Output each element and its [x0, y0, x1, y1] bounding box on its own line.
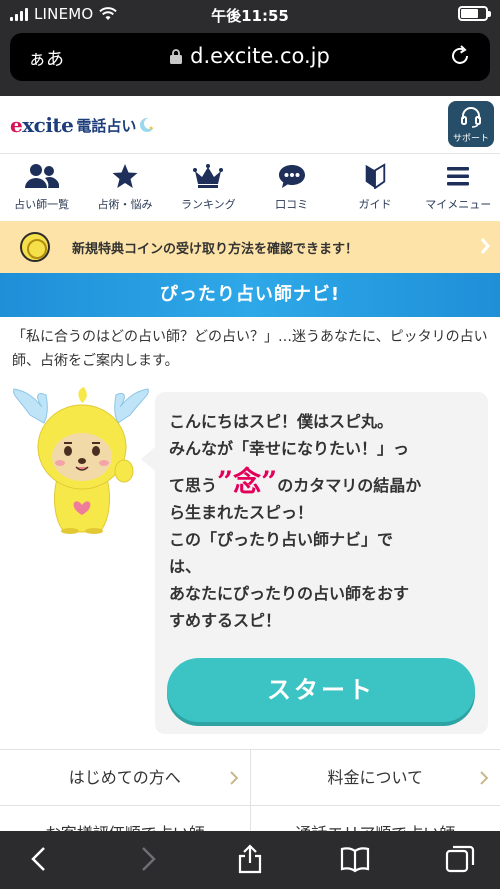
bubble-line: この「ぴったり占い師ナビ」で — [169, 530, 394, 549]
nav-item-divination[interactable]: 占術・悩み — [83, 155, 166, 221]
bubble-line: こんにちはスピ！僕はスピ丸。 — [169, 412, 394, 431]
bookmarks-icon[interactable] — [340, 844, 370, 874]
nav-label: 占術・悩み — [97, 198, 153, 211]
nav-item-my-menu[interactable]: マイメニュー — [417, 155, 500, 221]
site-header: eexcitexcite 電話占い サポート — [0, 96, 500, 154]
nav-item-reviews[interactable]: 口コミ — [250, 155, 333, 221]
url-domain: d.excite.co.jp — [190, 44, 330, 68]
chevron-right-icon — [480, 771, 488, 785]
guide-icon — [365, 163, 386, 189]
nen-emphasis: ”念” — [217, 465, 278, 498]
mascot-character — [13, 387, 149, 534]
forward-icon[interactable] — [132, 844, 162, 874]
coin-notice-banner[interactable]: 新規特典コインの受け取り方法を確認できます！ — [0, 221, 500, 273]
star-icon — [112, 164, 138, 188]
logo-service: 電話占い — [76, 116, 137, 135]
link-row: はじめての方へ 料金について — [0, 750, 500, 806]
notice-text: 新規特典コインの受け取り方法を確認できます！ — [72, 242, 359, 257]
coin-icon — [20, 232, 50, 262]
users-icon — [24, 164, 59, 188]
bubble-text: こんにちはスピ！僕はスピ丸。 みんなが「幸せになりたい！」っ て思う”念”のカタ… — [169, 408, 474, 634]
intro-text: 「私に合うのはどの占い師？どの占い？」…迷うあなたに、ピッタリの占い師、占術をご… — [12, 329, 488, 369]
moon-icon — [140, 118, 156, 132]
nav-label: マイメニュー — [425, 198, 492, 211]
status-bar: LINEMO 午後11:55 — [0, 0, 500, 28]
bubble-line: みんなが「幸せになりたい！」っ — [169, 439, 410, 458]
lock-icon — [170, 49, 183, 64]
address-bar[interactable]: ぁあ d.excite.co.jp — [10, 33, 490, 81]
bubble-line: ら生まれたスピっ！ — [169, 503, 314, 522]
link-beginners[interactable]: はじめての方へ — [0, 750, 250, 805]
nav-label: 占い師一覧 — [14, 198, 70, 211]
crown-icon — [193, 164, 224, 188]
mascot-speech-bubble: こんにちはスピ！僕はスピ丸。 みんなが「幸せになりたい！」っ て思う”念”のカタ… — [141, 392, 488, 734]
bubble-line: すめするスピ！ — [169, 611, 282, 630]
nav-item-ranking[interactable]: ランキング — [167, 155, 250, 221]
nav-item-guide[interactable]: ガイド — [333, 155, 416, 221]
url-display[interactable]: d.excite.co.jp — [10, 44, 490, 68]
page-title: ぴったり占い師ナビ! — [0, 273, 500, 317]
share-icon[interactable] — [235, 844, 265, 874]
link-pricing[interactable]: 料金について — [249, 750, 500, 805]
back-icon[interactable] — [25, 844, 55, 874]
reload-icon[interactable] — [448, 44, 472, 68]
browser-toolbar — [0, 831, 500, 889]
chat-icon — [278, 165, 305, 188]
browser-chrome: LINEMO 午後11:55 ぁあ d.excite.co.jp — [0, 0, 500, 96]
battery-icon — [458, 6, 491, 21]
nav-label: ガイド — [358, 198, 392, 211]
main-nav: 占い師一覧 占術・悩み ランキング 口コミ ガイド マイメニュー — [0, 155, 500, 221]
clock: 午後11:55 — [211, 7, 289, 25]
support-label: サポート — [452, 134, 489, 144]
bubble-line: は、 — [169, 557, 202, 576]
chevron-right-icon — [229, 771, 238, 785]
nav-item-fortune-tellers[interactable]: 占い師一覧 — [0, 155, 83, 221]
bubble-line: あなたにぴったりの占い師をおす — [169, 584, 410, 603]
nav-label: ランキング — [180, 198, 236, 211]
bubble-line: て思う”念”のカタマリの結晶か — [169, 465, 422, 498]
nav-label: 口コミ — [275, 198, 309, 211]
link-label: 料金について — [327, 768, 424, 787]
chevron-right-icon — [480, 238, 490, 254]
logo-brand: eexcitexcite — [10, 113, 74, 137]
menu-icon — [447, 167, 470, 186]
site-logo[interactable]: eexcitexcite 電話占い — [10, 113, 156, 137]
support-button[interactable]: サポート — [448, 101, 494, 147]
link-label: はじめての方へ — [68, 768, 181, 787]
headset-icon — [461, 107, 481, 128]
tabs-icon[interactable] — [445, 844, 475, 874]
start-button[interactable]: スタート — [167, 658, 475, 722]
